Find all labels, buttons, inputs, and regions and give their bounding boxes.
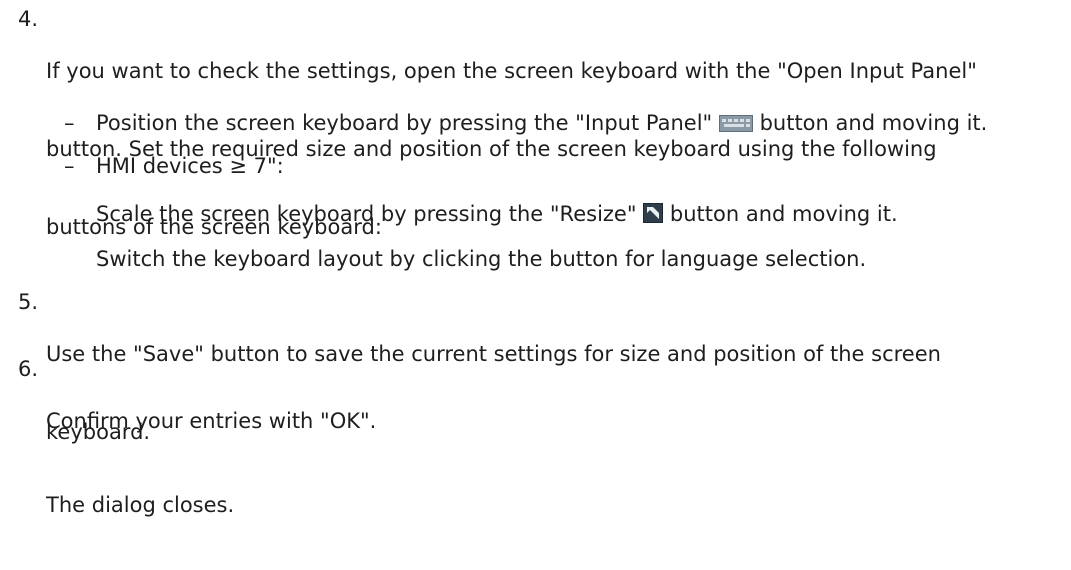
input-panel-icon — [718, 112, 753, 138]
step-line: Confirm your entries with "OK". — [46, 409, 377, 433]
bullet-dash: – — [64, 111, 75, 135]
bullet-dash: – — [64, 154, 75, 178]
bullet-text-part: button and moving it. — [759, 111, 988, 135]
indented-paragraph: Switch the keyboard layout by clicking t… — [96, 247, 867, 271]
step-line: If you want to check the settings, open … — [46, 59, 977, 83]
bullet-text: HMI devices ≥ 7": — [96, 154, 284, 178]
indented-text-part: Scale the screen keyboard by pressing th… — [96, 202, 637, 226]
step-result: The dialog closes. — [46, 493, 235, 517]
bullet-text-part: Position the screen keyboard by pressing… — [96, 111, 713, 135]
step-text: Confirm your entries with "OK". The dial… — [46, 356, 1056, 570]
bullet-text: Position the screen keyboard by pressing… — [96, 110, 1066, 138]
indented-text-part: button and moving it. — [669, 202, 898, 226]
resize-icon — [643, 203, 664, 229]
indented-paragraph: Scale the screen keyboard by pressing th… — [96, 201, 898, 229]
